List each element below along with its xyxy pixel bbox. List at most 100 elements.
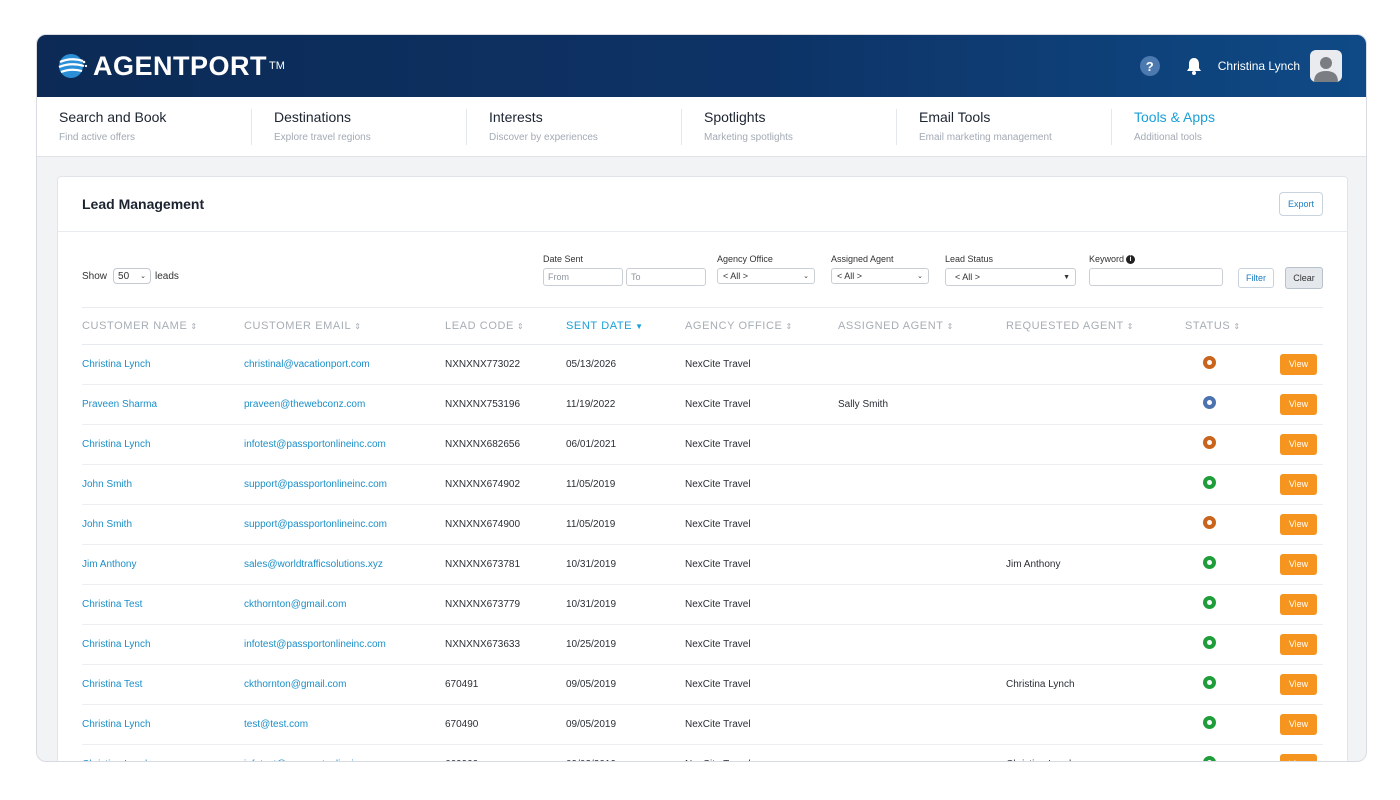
customer-email-cell[interactable]: sales@worldtrafficsolutions.xyz [244,544,445,585]
column-header-agency-office[interactable]: AGENCY OFFICE ⇕ [685,308,838,345]
column-header-assigned-agent[interactable]: ASSIGNED AGENT ⇕ [838,308,1006,345]
nav-item-interests[interactable]: Interests Discover by experiences [467,97,682,156]
trademark: TM [269,60,285,72]
view-button[interactable]: View [1280,713,1317,735]
avatar[interactable] [1310,50,1342,82]
agency-office-cell: NexCite Travel [685,664,838,705]
page-size-select[interactable]: 50 ⌄ [113,268,152,284]
column-header-lead-code[interactable]: LEAD CODE ⇕ [445,308,566,345]
view-button[interactable]: View [1280,593,1317,615]
table-row: Christina Lynchinfotest@passportonlinein… [82,424,1323,465]
lead-code-cell: 669999 [445,744,566,761]
customer-email-cell[interactable]: infotest@passportonlineinc.com [244,624,445,665]
table-row: Christina Test ckthornton@gmail.com 670491… [82,664,1323,705]
export-button[interactable]: Export [1278,192,1323,216]
customer-email-cell[interactable]: christinal@vacationport.com [244,344,445,385]
customer-email-cell[interactable]: infotest@passportonlineinc.com [244,424,445,465]
column-header-customer-name[interactable]: CUSTOMER NAME ⇕ [82,308,244,345]
assigned-agent-cell [838,704,1006,745]
customer-name-cell[interactable]: John Smith [82,504,244,545]
column-header-customer-email[interactable]: CUSTOMER EMAIL ⇕ [244,308,445,345]
panel-header: Lead Management Export [58,177,1347,232]
view-button[interactable]: View [1280,633,1317,655]
nav-item-subtitle: Explore travel regions [274,132,371,143]
column-header-sent-date[interactable]: SENT DATE ▼ [566,308,685,345]
info-icon[interactable]: i [1126,254,1136,264]
agency-office-cell: NexCite Travel [685,464,838,505]
nav-item-destinations[interactable]: Destinations Explore travel regions [252,97,467,156]
lead-status-value: < All > [955,272,981,282]
view-button[interactable]: View [1280,753,1317,761]
page-size-control: Show 50 ⌄ leads [82,268,179,284]
filter-bar: Show 50 ⌄ leads Date Sent From To Agency… [82,232,1323,308]
table-row: John Smith support@passportonlineinc.com N… [82,504,1323,545]
status-active-icon [1203,556,1216,569]
clear-button[interactable]: Clear [1285,267,1323,289]
status-active-icon [1203,476,1216,489]
assigned-agent-cell [838,344,1006,385]
sent-date-cell: 11/05/2019 [566,464,685,505]
customer-name-cell[interactable]: Praveen Sharma [82,384,244,425]
filter-button[interactable]: Filter [1238,268,1274,288]
customer-email-cell[interactable]: support@passportonlineinc.com [244,504,445,545]
agency-office-cell: NexCite Travel [685,384,838,425]
view-button[interactable]: View [1280,433,1317,455]
nav-item-email-tools[interactable]: Email Tools Email marketing management [897,97,1112,156]
date-from-input[interactable]: From [543,268,623,286]
table-row: Jim Anthony sales@worldtrafficsolutions.x… [82,544,1323,585]
customer-name-cell[interactable]: Christina Test [82,584,244,625]
customer-name-cell[interactable]: Christina Test [82,664,244,705]
customer-name-cell[interactable]: Christina Lynch [82,424,244,465]
page-title: Lead Management [82,196,205,212]
customer-email-cell[interactable]: ckthornton@gmail.com [244,584,445,625]
status-cell [1185,544,1280,585]
column-header-requested-agent[interactable]: REQUESTED AGENT ⇕ [1006,308,1185,345]
customer-name-cell[interactable]: Christina Lynch [82,344,244,385]
view-button[interactable]: View [1280,393,1317,415]
keyword-input[interactable] [1089,268,1223,286]
agency-office-select[interactable]: < All > ⌄ [717,268,815,284]
show-label: Show [82,270,108,282]
sort-desc-icon: ▼ [635,321,644,331]
customer-email-cell[interactable]: ckthornton@gmail.com [244,664,445,705]
action-cell: View [1280,384,1323,425]
view-button[interactable]: View [1280,473,1317,495]
customer-name-cell[interactable]: Christina Lynch [82,704,244,745]
status-active-icon [1203,756,1216,761]
customer-email-cell[interactable]: praveen@thewebconz.com [244,384,445,425]
agency-office-label: Agency Office [717,254,773,264]
customer-name-cell[interactable]: John Smith [82,464,244,505]
customer-name-cell[interactable]: Christina Lynch [82,624,244,665]
requested-agent-cell [1006,704,1185,745]
date-to-input[interactable]: To [626,268,706,286]
customer-email-cell[interactable]: test@test.com [244,704,445,745]
customer-name-cell[interactable]: Jim Anthony [82,544,244,585]
table-row: Christina Lynch test@test.com 670490 09/05/… [82,704,1323,745]
column-header-status[interactable]: STATUS ⇕ [1185,308,1280,345]
nav-item-search-and-book[interactable]: Search and Book Find active offers [37,97,252,156]
view-button[interactable]: View [1280,553,1317,575]
help-icon[interactable]: ? [1139,56,1160,76]
view-button[interactable]: View [1280,513,1317,535]
lead-status-select[interactable]: < All > ▼ [945,268,1076,286]
assigned-agent-label: Assigned Agent [831,254,894,264]
nav-item-tools-apps[interactable]: Tools & Apps Additional tools [1112,97,1327,156]
brand-logo[interactable]: AGENTPORT TM [57,51,285,82]
nav-item-spotlights[interactable]: Spotlights Marketing spotlights [682,97,897,156]
user-name[interactable]: Christina Lynch [1218,59,1300,73]
column-header-label: CUSTOMER EMAIL [244,319,352,332]
customer-email-cell[interactable]: infotest@passportonlineinc.com [244,744,445,761]
customer-name-cell[interactable]: Christina Lynch [82,744,244,761]
sent-date-cell: 11/05/2019 [566,504,685,545]
page-size-value: 50 [118,270,130,282]
customer-email-cell[interactable]: support@passportonlineinc.com [244,464,445,505]
main-nav: Search and Book Find active offers Destina… [37,97,1366,157]
assigned-agent-select[interactable]: < All > ⌄ [831,268,929,284]
bell-icon[interactable] [1184,56,1204,76]
lead-status-label: Lead Status [945,254,994,264]
view-button[interactable]: View [1280,673,1317,695]
sort-icon: ⇕ [1126,321,1135,331]
sent-date-cell: 09/05/2019 [566,664,685,705]
leads-table: CUSTOMER NAME ⇕ CUSTOMER EMAIL ⇕ LEAD CODE ⇕ S… [82,308,1323,761]
view-button[interactable]: View [1280,353,1317,375]
